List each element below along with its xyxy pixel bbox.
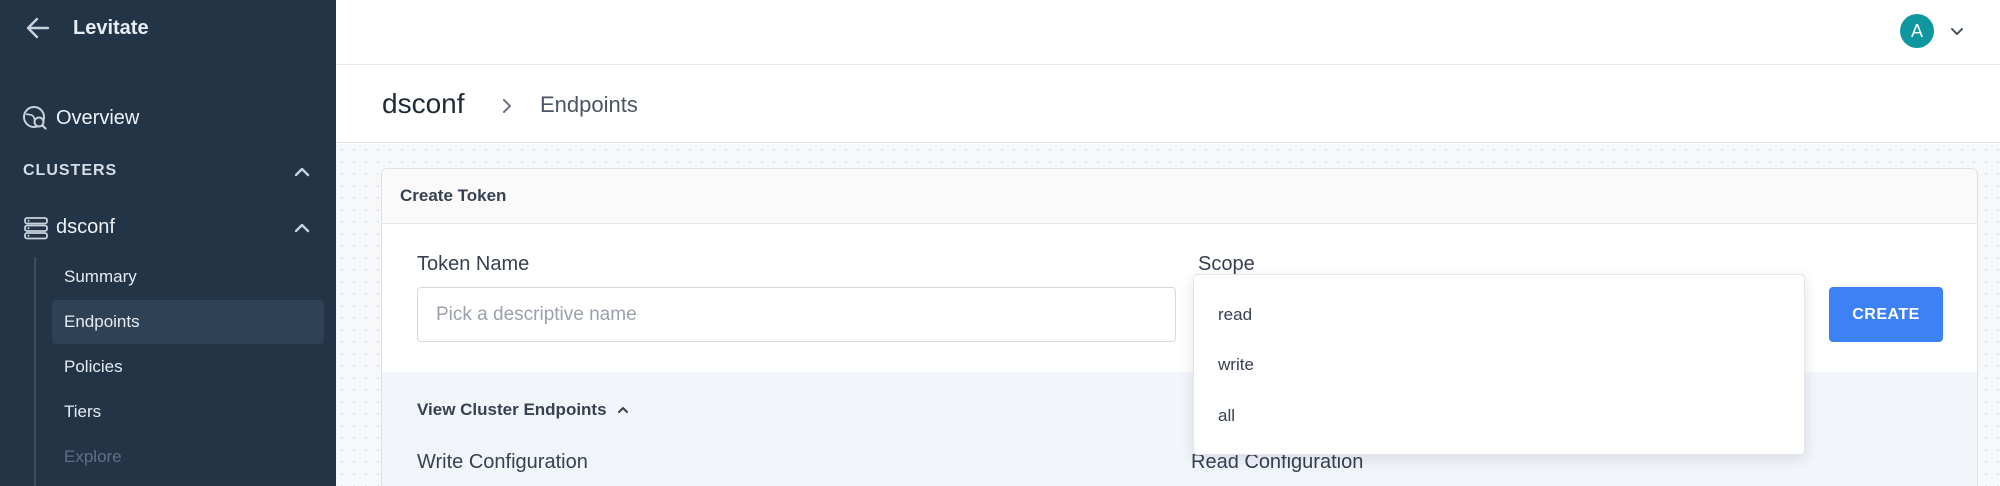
clusters-heading: CLUSTERS [23,162,118,179]
top-bar [336,0,2000,65]
write-configuration-label: Write Configuration [417,451,588,473]
back-arrow-icon[interactable] [24,14,52,42]
view-endpoints-toggle[interactable]: View Cluster Endpoints [417,400,631,420]
clusters-section-header[interactable]: CLUSTERS [23,157,313,185]
tree-guide-line [34,257,36,486]
breadcrumb-root[interactable]: dsconf [382,88,465,120]
sidebar: Levitate Overview CLUSTERS dsconf Summar… [0,0,336,486]
token-name-label: Token Name [417,253,530,275]
scope-option-read[interactable]: read [1218,305,1252,325]
avatar[interactable]: A [1900,14,1934,48]
chevron-down-icon[interactable] [1946,20,1968,42]
token-name-input[interactable] [417,287,1176,342]
sidebar-item-endpoints[interactable]: Endpoints [52,300,324,344]
app-name: Levitate [73,17,149,39]
breadcrumb-current: Endpoints [540,92,638,117]
server-stack-icon [24,216,48,240]
sidebar-item-tiers[interactable]: Tiers [52,390,324,434]
view-endpoints-label: View Cluster Endpoints [417,400,607,419]
scope-option-write[interactable]: write [1218,355,1254,375]
overview-icon [22,105,48,131]
create-button[interactable]: CREATE [1829,287,1943,342]
chevron-right-icon [497,94,517,118]
sidebar-item-explore: Explore [64,447,122,466]
chevron-up-icon [615,402,631,418]
scope-dropdown-menu: read write all [1193,274,1805,455]
chevron-up-icon[interactable] [291,217,313,239]
sidebar-item-label: Overview [56,106,140,129]
sidebar-item-summary[interactable]: Summary [52,255,324,299]
scope-option-all[interactable]: all [1218,406,1235,426]
cluster-name: dsconf [56,216,115,238]
scope-label: Scope [1198,253,1255,275]
sidebar-item-policies[interactable]: Policies [52,345,324,389]
sidebar-item-overview[interactable]: Overview [22,102,322,134]
sidebar-header: Levitate [0,0,336,60]
card-header [382,169,1977,224]
card-title: Create Token [400,186,507,205]
cluster-item-dsconf[interactable]: dsconf [22,213,313,243]
chevron-up-icon[interactable] [291,161,313,183]
